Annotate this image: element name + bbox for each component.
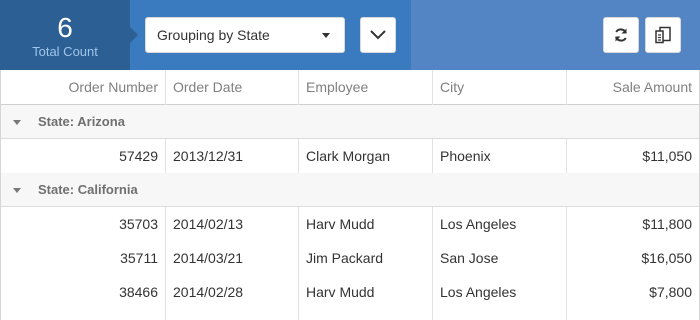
sale-amount-cell: $16,050	[641, 250, 692, 266]
orders-grid: Order Number Order Date Employee City Sa…	[0, 70, 700, 320]
expand-collapse-button[interactable]	[360, 17, 396, 53]
empty-cell	[299, 309, 433, 320]
order-number-cell: 35703	[1, 207, 166, 241]
grouping-select[interactable]: Grouping by State	[145, 17, 345, 53]
empty-cell	[166, 309, 299, 320]
table-row[interactable]: 38466 2014/02/28 Harv Mudd Los Angeles $…	[1, 275, 699, 309]
empty-cell	[433, 309, 567, 320]
employee-cell: Jim Packard	[299, 241, 433, 275]
table-row[interactable]: 57429 2013/12/31 Clark Morgan Phoenix $1…	[1, 139, 699, 173]
column-header-city[interactable]: City	[433, 70, 567, 105]
export-button[interactable]	[645, 17, 681, 53]
empty-cell	[1, 309, 166, 320]
chevron-down-icon	[370, 30, 386, 40]
export-icon	[655, 26, 671, 44]
empty-cell	[567, 309, 699, 320]
employee-cell: Clark Morgan	[299, 139, 433, 173]
order-date-cell: 2014/02/28	[166, 275, 299, 309]
grouping-select-value: Grouping by State	[157, 27, 270, 43]
collapse-caret-icon[interactable]	[13, 120, 21, 125]
sale-amount-cell: $11,050	[642, 148, 692, 164]
column-header-order-number[interactable]: Order Number	[1, 70, 166, 105]
total-count-value: 6	[57, 12, 73, 43]
column-header-employee[interactable]: Employee	[299, 70, 433, 105]
sale-amount-cell: $7,800	[649, 284, 692, 300]
table-row[interactable]: 35703 2014/02/13 Harv Mudd Los Angeles $…	[1, 207, 699, 241]
order-number-cell: 38466	[1, 275, 166, 309]
city-cell: Los Angeles	[433, 275, 567, 309]
sale-amount-cell: $11,800	[642, 216, 692, 232]
count-panel-pointer	[130, 27, 138, 43]
total-count-panel: 6 Total Count	[0, 0, 138, 70]
employee-cell: Harv Mudd	[299, 207, 433, 241]
order-date-cell: 2014/03/21	[166, 241, 299, 275]
collapse-caret-icon[interactable]	[13, 188, 21, 193]
column-header-order-date[interactable]: Order Date	[166, 70, 299, 105]
column-header-sale-amount[interactable]: Sale Amount	[567, 70, 699, 105]
caret-down-icon	[322, 33, 330, 38]
table-row-partial	[1, 309, 699, 320]
table-row[interactable]: 35711 2014/03/21 Jim Packard San Jose $1…	[1, 241, 699, 275]
grid-header-row: Order Number Order Date Employee City Sa…	[1, 70, 699, 105]
order-date-cell: 2013/12/31	[166, 139, 299, 173]
order-number-cell: 57429	[1, 139, 166, 173]
grid-toolbar: 6 Total Count Grouping by State	[0, 0, 700, 70]
city-cell: Phoenix	[433, 139, 567, 173]
order-number-cell: 35711	[1, 241, 166, 275]
refresh-icon	[615, 28, 627, 42]
group-row-california[interactable]: State: California	[1, 173, 699, 207]
refresh-button[interactable]	[603, 17, 639, 53]
group-label: State: Arizona	[38, 114, 125, 129]
employee-cell: Harv Mudd	[299, 275, 433, 309]
city-cell: Los Angeles	[433, 207, 567, 241]
group-row-arizona[interactable]: State: Arizona	[1, 105, 699, 139]
group-label: State: California	[38, 182, 138, 197]
order-date-cell: 2014/02/13	[166, 207, 299, 241]
total-count-label: Total Count	[32, 44, 98, 59]
city-cell: San Jose	[433, 241, 567, 275]
